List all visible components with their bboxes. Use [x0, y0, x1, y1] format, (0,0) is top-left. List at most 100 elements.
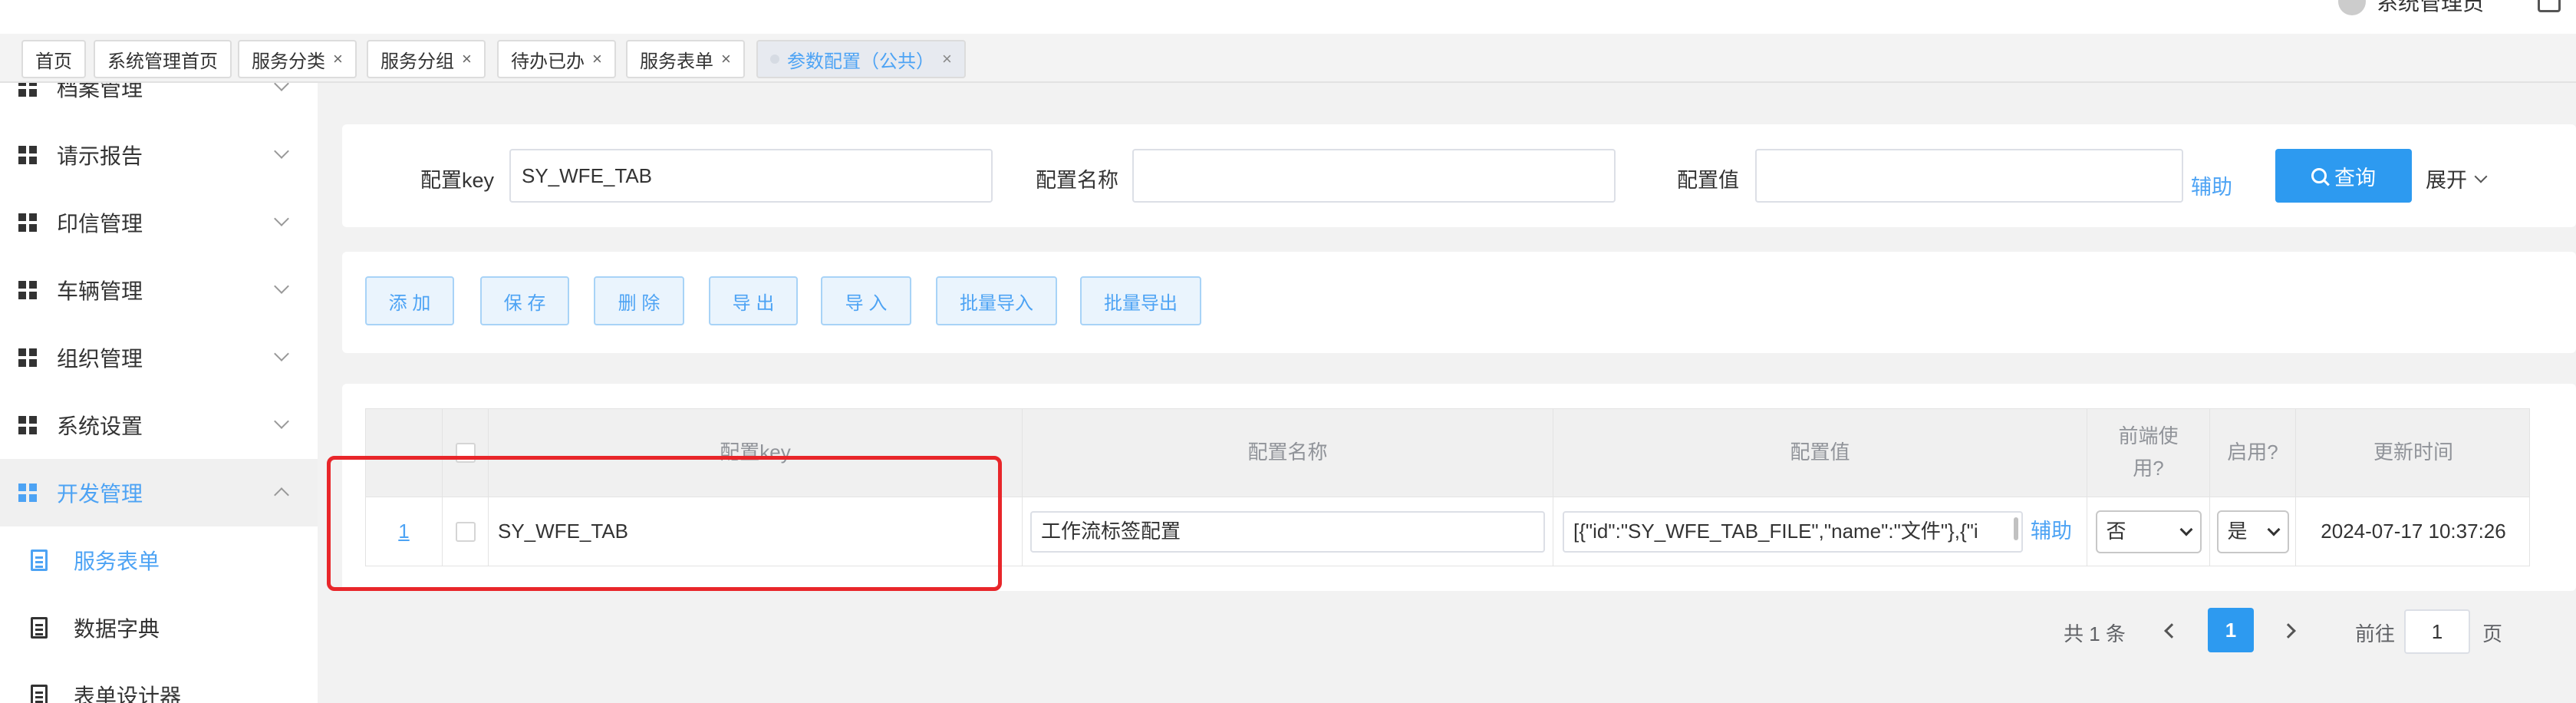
row-enabled-select[interactable]: 是: [2216, 510, 2289, 553]
sidebar-subitem-service-form[interactable]: 服务表单: [0, 526, 318, 594]
batch-export-button[interactable]: 批量导出: [1080, 276, 1201, 325]
config-value-input[interactable]: [1755, 149, 2183, 203]
user-menu[interactable]: 系统管理员: [2337, 0, 2484, 17]
sidebar-subitem-form-designer[interactable]: 表单设计器: [0, 662, 318, 703]
sidebar-item-label: 车辆管理: [57, 279, 143, 303]
sidebar-item-label: 档案管理: [57, 83, 143, 101]
data-table-panel: 配置key 配置名称 配置值 前端使用? 启用? 更新时间 1 SY_WFE_T…: [342, 384, 2576, 591]
select-all-checkbox[interactable]: [455, 443, 476, 463]
tab-service-category[interactable]: 服务分类 ×: [238, 40, 357, 78]
close-icon[interactable]: ×: [592, 49, 602, 69]
config-name-input[interactable]: [1132, 149, 1616, 203]
table-header: 配置key 配置名称 配置值 前端使用? 启用? 更新时间: [365, 408, 2530, 497]
header-enabled: 启用?: [2210, 409, 2296, 497]
document-icon: [31, 550, 48, 571]
user-name: 系统管理员: [2376, 0, 2484, 15]
batch-import-button[interactable]: 批量导入: [936, 276, 1057, 325]
grid-icon: [18, 281, 37, 299]
document-icon: [31, 617, 48, 639]
row-config-key: SY_WFE_TAB: [489, 497, 1023, 566]
config-value-label: 配置值: [1677, 169, 1739, 192]
tab-label: 首页: [35, 51, 72, 72]
tab-label: 待办已办: [511, 51, 585, 72]
pagination-total: 共 1 条: [2064, 622, 2126, 645]
close-icon[interactable]: ×: [462, 49, 472, 69]
chevron-down-icon: [274, 414, 289, 429]
config-key-input[interactable]: SY_WFE_TAB: [509, 149, 993, 203]
close-icon[interactable]: ×: [721, 49, 731, 69]
goto-label: 前往: [2355, 622, 2396, 645]
tab-param-config[interactable]: 参数配置（公共） ×: [756, 40, 966, 78]
user-avatar-icon: [2337, 0, 2366, 15]
header-config-name: 配置名称: [1023, 409, 1553, 497]
sidebar-item-vehicles[interactable]: 车辆管理: [0, 256, 318, 324]
row-index-link[interactable]: 1: [398, 516, 409, 548]
chevron-down-icon: [274, 211, 289, 226]
row-config-name-input[interactable]: 工作流标签配置: [1030, 510, 1545, 553]
sidebar-item-label: 印信管理: [57, 212, 143, 236]
sidebar: 档案管理 请示报告 印信管理 车辆管理 组织管理 系统设置 开发管理 服务表单 …: [0, 83, 318, 703]
next-page-icon[interactable]: [2281, 623, 2296, 639]
config-name-label: 配置名称: [1036, 169, 1118, 192]
chevron-down-icon: [2267, 523, 2280, 536]
top-header: 系统管理员: [0, 0, 2576, 34]
search-icon: [2311, 168, 2327, 183]
tab-label: 服务分类: [252, 51, 325, 72]
row-frontend-select[interactable]: 否: [2095, 510, 2202, 553]
sidebar-subitem-label: 服务表单: [74, 550, 160, 573]
sidebar-item-label: 开发管理: [57, 482, 143, 506]
row-checkbox[interactable]: [455, 521, 476, 542]
tab-todo-done[interactable]: 待办已办 ×: [497, 40, 616, 78]
sidebar-subitem-label: 表单设计器: [74, 685, 182, 703]
chevron-down-icon: [274, 279, 289, 294]
close-icon[interactable]: ×: [333, 49, 343, 69]
row-helper-link[interactable]: 辅助: [2031, 515, 2072, 548]
grid-icon: [18, 416, 37, 434]
tab-strip: 首页 系统管理首页 服务分类 × 服务分组 × 待办已办 × 服务表单 × 参数配置（公…: [0, 34, 2576, 83]
goto-page-input[interactable]: 1: [2404, 609, 2470, 654]
sidebar-subitem-data-dictionary[interactable]: 数据字典: [0, 594, 318, 662]
sidebar-item-archives[interactable]: 档案管理: [0, 83, 318, 121]
page-suffix-label: 页: [2482, 622, 2503, 645]
row-config-value-textarea[interactable]: [{"id":"SY_WFE_TAB_FILE","name":"文件"},{"…: [1563, 510, 2023, 553]
tab-home[interactable]: 首页: [21, 40, 86, 78]
sidebar-item-development[interactable]: 开发管理: [0, 459, 318, 526]
action-toolbar: 添 加 保 存 删 除 导 出 导 入 批量导入 批量导出: [342, 252, 2576, 353]
grid-icon: [18, 348, 37, 367]
sidebar-item-reports[interactable]: 请示报告: [0, 121, 318, 189]
row-select-cell: [443, 497, 489, 566]
tab-label: 服务表单: [640, 51, 713, 72]
row-config-value-text: [{"id":"SY_WFE_TAB_FILE","name":"文件"},{"…: [1573, 519, 1978, 543]
header-frontend-use: 前端使用?: [2087, 409, 2210, 497]
tab-service-form[interactable]: 服务表单 ×: [626, 40, 745, 78]
grid-icon: [18, 484, 37, 502]
row-index-cell: 1: [366, 497, 443, 566]
header-updated-time: 更新时间: [2373, 441, 2453, 464]
tab-service-group[interactable]: 服务分组 ×: [367, 40, 486, 78]
sidebar-item-system-settings[interactable]: 系统设置: [0, 391, 318, 459]
close-icon[interactable]: ×: [942, 49, 952, 69]
expand-toggle[interactable]: 展开: [2426, 163, 2488, 193]
sidebar-subitem-label: 数据字典: [74, 617, 160, 641]
sidebar-item-seals[interactable]: 印信管理: [0, 189, 318, 256]
helper-link[interactable]: 辅助: [2191, 170, 2232, 200]
textarea-scrollbar[interactable]: [2014, 517, 2018, 540]
tab-label: 参数配置（公共）: [787, 51, 934, 72]
delete-button[interactable]: 删 除: [594, 276, 684, 325]
sidebar-item-organization[interactable]: 组织管理: [0, 324, 318, 391]
chevron-down-icon: [2474, 170, 2488, 183]
query-button[interactable]: 查询: [2275, 149, 2412, 203]
import-button[interactable]: 导 入: [821, 276, 911, 325]
active-dot-icon: [770, 54, 779, 64]
add-button[interactable]: 添 加: [365, 276, 454, 325]
export-button[interactable]: 导 出: [709, 276, 798, 325]
save-button[interactable]: 保 存: [480, 276, 569, 325]
config-key-label: 配置key: [420, 169, 495, 192]
page-number-current[interactable]: 1: [2208, 608, 2254, 652]
logout-icon[interactable]: [2538, 0, 2561, 12]
row-enabled-value: 是: [2227, 519, 2248, 543]
prev-page-icon[interactable]: [2164, 623, 2179, 639]
table-row[interactable]: 1 SY_WFE_TAB 工作流标签配置 [{"id":"SY_WFE_TAB_…: [365, 497, 2530, 566]
sidebar-item-label: 系统设置: [57, 414, 143, 438]
tab-system-home[interactable]: 系统管理首页: [94, 40, 232, 78]
